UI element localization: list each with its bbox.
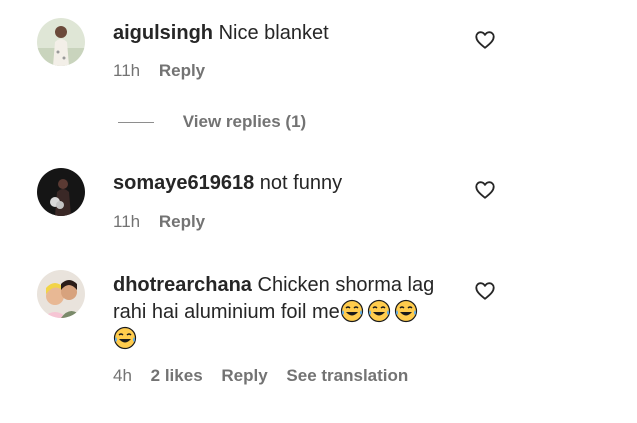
- tears-of-joy-emoji-icon: [340, 299, 364, 323]
- tears-of-joy-emoji-icon: [113, 326, 137, 350]
- comment-username[interactable]: dhotrearchana: [113, 274, 252, 296]
- comment-time[interactable]: 11h: [113, 212, 140, 231]
- heart-icon[interactable]: [474, 29, 496, 51]
- avatar[interactable]: [37, 168, 85, 216]
- comment-text: dhotrearchana Chicken shorma lag rahi ha…: [113, 272, 453, 353]
- comment-meta: 4h 2 likes Reply See translation: [113, 366, 422, 386]
- avatar[interactable]: [37, 18, 85, 66]
- comment-username[interactable]: somaye619618: [113, 172, 254, 194]
- view-replies-label[interactable]: View replies (1): [183, 112, 306, 131]
- likes-count-button[interactable]: 2 likes: [151, 366, 203, 385]
- see-translation-button[interactable]: See translation: [286, 366, 408, 385]
- comment-body: not funny: [259, 172, 343, 194]
- heart-icon[interactable]: [474, 179, 496, 201]
- comment-username[interactable]: aigulsingh: [113, 22, 213, 44]
- heart-icon[interactable]: [474, 280, 496, 302]
- reply-button[interactable]: Reply: [159, 61, 205, 80]
- comment-meta: 11h Reply: [113, 61, 219, 81]
- view-replies-button[interactable]: View replies (1): [118, 112, 306, 136]
- tears-of-joy-emoji-icon: [367, 299, 391, 323]
- comment-time[interactable]: 11h: [113, 61, 140, 80]
- comment-text: aigulsingh Nice blanket: [113, 20, 453, 47]
- comment-body: Nice blanket: [218, 22, 329, 44]
- comment-text: somaye619618 not funny: [113, 170, 453, 197]
- comment-meta: 11h Reply: [113, 212, 219, 232]
- view-replies-divider: [118, 122, 154, 124]
- reply-button[interactable]: Reply: [159, 212, 205, 231]
- comment-time[interactable]: 4h: [113, 366, 132, 385]
- avatar[interactable]: [37, 270, 85, 318]
- tears-of-joy-emoji-icon: [394, 299, 418, 323]
- reply-button[interactable]: Reply: [221, 366, 267, 385]
